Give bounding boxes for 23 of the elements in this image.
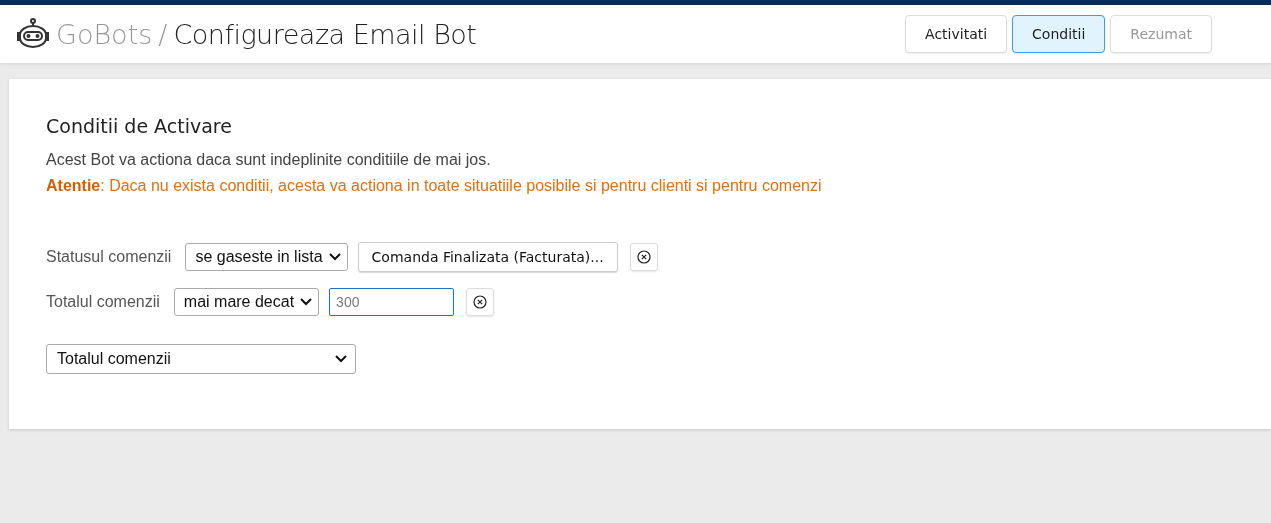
chevron-down-icon bbox=[335, 355, 347, 363]
step-tab[interactable]: Conditii bbox=[1012, 15, 1106, 53]
value-input[interactable]: 300 bbox=[329, 288, 455, 316]
chevron-down-icon bbox=[328, 253, 341, 261]
close-icon bbox=[473, 295, 488, 309]
operator-select[interactable]: mai mare decat bbox=[173, 288, 320, 316]
close-icon bbox=[636, 250, 651, 264]
robot-icon bbox=[16, 18, 50, 50]
warning-text: Atentie: Daca nu exista conditii, acesta va actiona in toate situatiile posibile si pentru clienti si pentru comenzi bbox=[46, 177, 823, 195]
status-multiselect[interactable]: Comanda Finalizata (Facturata)... bbox=[357, 242, 618, 272]
chevron-down-icon bbox=[300, 298, 313, 306]
condition-select[interactable]: Totalul comenzii bbox=[46, 344, 356, 374]
step-tab[interactable]: Activitati bbox=[905, 15, 1008, 53]
condition-label: Statusul comenzii bbox=[46, 248, 172, 266]
remove-button[interactable] bbox=[629, 243, 658, 271]
operator-select[interactable]: se gaseste in lista bbox=[185, 243, 348, 271]
breadcrumb-separator: / bbox=[158, 18, 168, 50]
section-title: Conditii de Activare bbox=[46, 115, 233, 137]
page-title: Configureaza Email Bot bbox=[173, 18, 477, 50]
condition-label: Totalul comenzii bbox=[46, 293, 160, 311]
remove-button[interactable] bbox=[466, 288, 495, 316]
description-text: Acest Bot va actiona daca sunt indeplinite conditiile de mai jos. bbox=[46, 151, 492, 169]
brand-name: GoBots bbox=[56, 18, 153, 50]
